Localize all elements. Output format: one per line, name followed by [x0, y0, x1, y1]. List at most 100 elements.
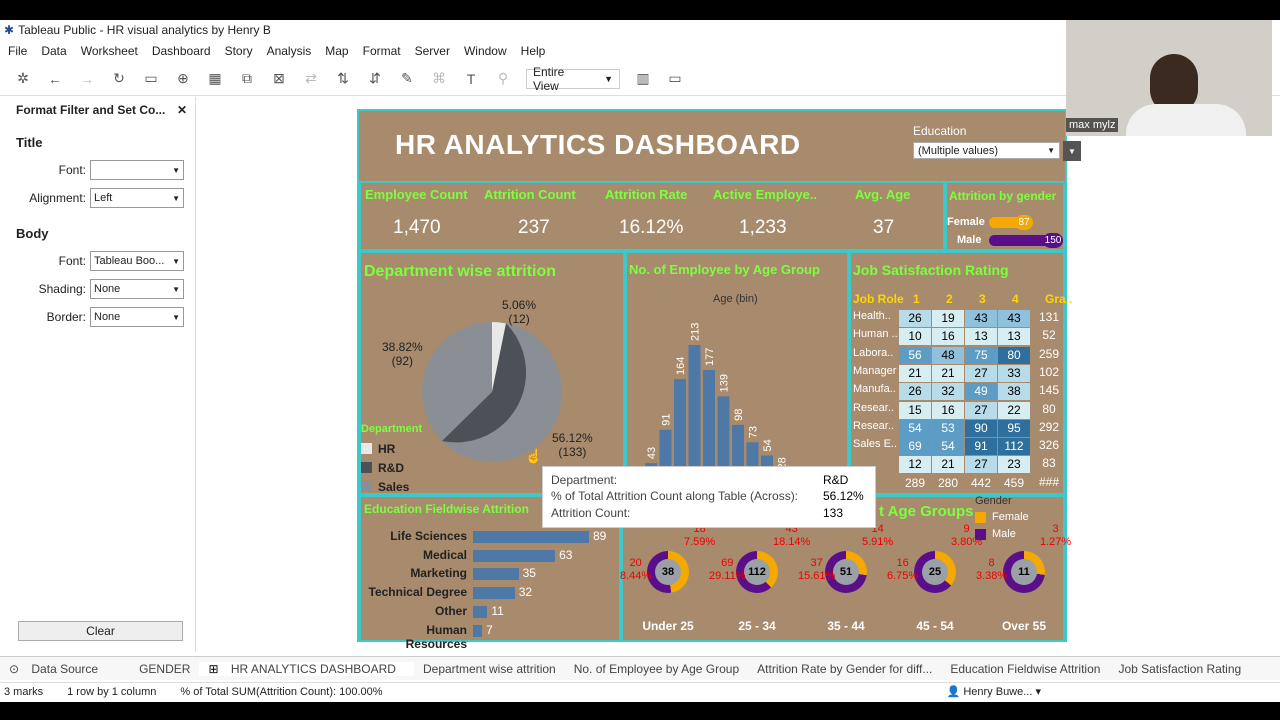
- shading-select[interactable]: None ▼: [90, 279, 184, 299]
- job-sat-cell[interactable]: 69: [899, 438, 931, 456]
- job-sat-cell[interactable]: 27: [965, 364, 997, 382]
- group-icon[interactable]: ⌘: [430, 70, 448, 88]
- job-sat-cell[interactable]: 53: [932, 419, 964, 437]
- job-sat-cell[interactable]: 13: [965, 328, 997, 346]
- job-sat-cell[interactable]: 33: [998, 364, 1030, 382]
- title-font-select[interactable]: ▼: [90, 160, 184, 180]
- job-sat-cell[interactable]: 43: [998, 310, 1030, 327]
- sheet-tab-age-group[interactable]: No. of Employee by Age Group: [565, 662, 748, 676]
- border-select[interactable]: None ▼: [90, 307, 184, 327]
- education-bar[interactable]: [473, 605, 488, 618]
- clear-button[interactable]: Clear: [18, 621, 183, 641]
- sort-asc-icon[interactable]: ⇅: [334, 70, 352, 88]
- job-sat-cell[interactable]: 112: [998, 438, 1030, 456]
- education-bar[interactable]: [473, 531, 589, 543]
- alignment-select[interactable]: Left ▼: [90, 188, 184, 208]
- job-sat-cell[interactable]: 91: [965, 438, 997, 456]
- age-group-donut[interactable]: 38: [647, 551, 689, 593]
- job-sat-cell[interactable]: 48: [932, 346, 964, 364]
- sheet-tab-education[interactable]: Education Fieldwise Attrition: [941, 662, 1109, 676]
- job-sat-cell[interactable]: 32: [932, 383, 964, 401]
- replay-icon[interactable]: ↻: [110, 70, 128, 88]
- job-sat-cell[interactable]: 10: [899, 328, 931, 346]
- legend-item-rd[interactable]: R&D: [361, 458, 422, 477]
- job-sat-cell[interactable]: 442: [965, 475, 997, 492]
- education-filter-select[interactable]: (Multiple values) ▼: [913, 142, 1060, 159]
- sheet-tab-attrition-gender[interactable]: Attrition Rate by Gender for diff...: [748, 662, 941, 676]
- job-sat-cell[interactable]: 27: [965, 401, 997, 419]
- job-sat-cell[interactable]: 26: [899, 310, 931, 327]
- filter-more-button[interactable]: ▼: [1063, 141, 1081, 161]
- redo-icon[interactable]: →: [78, 70, 96, 88]
- status-user[interactable]: 👤 Henry Buwe... ▾: [947, 685, 1041, 698]
- education-bar[interactable]: [473, 568, 519, 581]
- job-sat-cell[interactable]: 27: [965, 456, 997, 474]
- menu-server[interactable]: Server: [415, 44, 450, 58]
- job-sat-cell[interactable]: 19: [932, 310, 964, 327]
- body-font-select[interactable]: Tableau Boo... ▼: [90, 251, 184, 271]
- age-group-donut[interactable]: 25: [914, 551, 956, 593]
- sheet-tab-hr-dashboard[interactable]: ⊞ HR ANALYTICS DASHBOARD: [199, 661, 414, 676]
- presentation-icon[interactable]: ▭: [666, 70, 684, 88]
- undo-icon[interactable]: ←: [46, 70, 64, 88]
- job-sat-cell[interactable]: 16: [932, 328, 964, 346]
- menu-window[interactable]: Window: [464, 44, 507, 58]
- job-sat-cell[interactable]: 43: [965, 310, 997, 327]
- tableau-home-icon[interactable]: ✲: [14, 70, 32, 88]
- legend-item-female[interactable]: Female: [975, 511, 1029, 523]
- menu-map[interactable]: Map: [325, 44, 348, 58]
- job-sat-cell[interactable]: 289: [899, 475, 931, 492]
- job-sat-cell[interactable]: 23: [998, 456, 1030, 474]
- job-sat-cell[interactable]: 16: [932, 401, 964, 419]
- show-me-icon[interactable]: ▥: [634, 70, 652, 88]
- job-sat-cell[interactable]: 54: [932, 438, 964, 456]
- job-sat-cell[interactable]: 75: [965, 346, 997, 364]
- job-sat-cell[interactable]: 13: [998, 328, 1030, 346]
- menu-data[interactable]: Data: [41, 44, 66, 58]
- job-sat-cell[interactable]: 49: [965, 383, 997, 401]
- legend-item-male[interactable]: Male: [975, 528, 1029, 540]
- job-sat-cell[interactable]: 459: [998, 475, 1030, 492]
- close-icon[interactable]: ✕: [177, 103, 187, 117]
- sheet-tab-gender[interactable]: GENDER: [130, 662, 199, 676]
- menu-worksheet[interactable]: Worksheet: [81, 44, 138, 58]
- show-labels-icon[interactable]: T: [462, 70, 480, 88]
- menu-story[interactable]: Story: [225, 44, 253, 58]
- job-sat-cell[interactable]: 21: [932, 364, 964, 382]
- age-group-donuts[interactable]: 38 18 7.59% 20 8.44% Under 25 112 43 18.14% 69 29.…: [620, 523, 1071, 641]
- add-datasource-icon[interactable]: ⊕: [174, 70, 192, 88]
- job-sat-cell[interactable]: 38: [998, 383, 1030, 401]
- job-sat-cell[interactable]: 54: [899, 419, 931, 437]
- job-sat-cell[interactable]: 90: [965, 419, 997, 437]
- education-bar[interactable]: [473, 587, 515, 600]
- job-sat-cell[interactable]: 21: [899, 364, 931, 382]
- job-sat-cell[interactable]: 26: [899, 383, 931, 401]
- sheet-tab-department[interactable]: Department wise attrition: [414, 662, 565, 676]
- duplicate-sheet-icon[interactable]: ⧉: [238, 70, 256, 88]
- job-sat-cell[interactable]: 280: [932, 475, 964, 492]
- swap-icon[interactable]: ⇄: [302, 70, 320, 88]
- job-sat-cell[interactable]: 80: [998, 346, 1030, 364]
- datasource-tab[interactable]: ⊙ Data Source: [0, 662, 116, 676]
- job-sat-cell[interactable]: 56: [899, 346, 931, 364]
- job-satisfaction-table[interactable]: Job Role 1 2 3 4 Gra.. Health.. 26 19 43 43 131 Huma…: [853, 292, 1072, 492]
- education-bar[interactable]: [473, 549, 556, 562]
- menu-file[interactable]: File: [8, 44, 27, 58]
- menu-dashboard[interactable]: Dashboard: [152, 44, 211, 58]
- education-bar[interactable]: [473, 624, 483, 637]
- highlight-icon[interactable]: ✎: [398, 70, 416, 88]
- legend-item-hr[interactable]: HR: [361, 439, 422, 458]
- clear-sheet-icon[interactable]: ⊠: [270, 70, 288, 88]
- job-sat-cell[interactable]: 15: [899, 401, 931, 419]
- sheet-tab-job-satisfaction[interactable]: Job Satisfaction Rating: [1109, 662, 1250, 676]
- job-sat-cell[interactable]: 22: [998, 401, 1030, 419]
- legend-item-sales[interactable]: Sales: [361, 477, 422, 496]
- menu-format[interactable]: Format: [363, 44, 401, 58]
- age-group-donut[interactable]: 11: [1003, 551, 1045, 593]
- job-sat-cell[interactable]: 95: [998, 419, 1030, 437]
- job-sat-cell[interactable]: 21: [932, 456, 964, 474]
- save-icon[interactable]: ▭: [142, 70, 160, 88]
- job-sat-cell[interactable]: 12: [899, 456, 931, 474]
- pin-icon[interactable]: ⚲: [494, 70, 512, 88]
- sort-desc-icon[interactable]: ⇵: [366, 70, 384, 88]
